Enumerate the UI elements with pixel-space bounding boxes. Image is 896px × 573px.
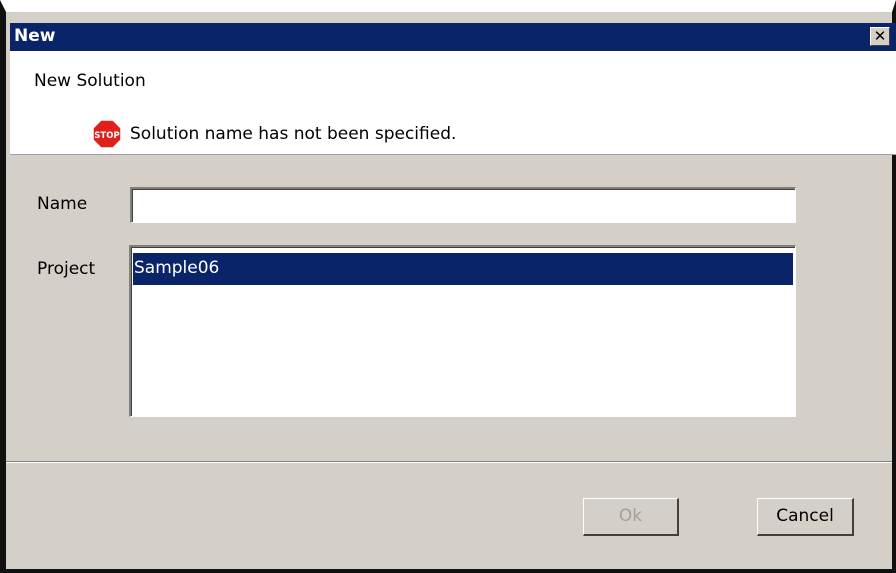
project-label: Project bbox=[37, 259, 96, 279]
stop-sign-label: STOP bbox=[94, 131, 119, 141]
button-separator bbox=[6, 461, 892, 463]
dialog-window: New ✕ New Solution STOP Solution name ha… bbox=[0, 0, 896, 573]
ok-button[interactable]: Ok bbox=[583, 498, 679, 536]
close-icon: ✕ bbox=[873, 27, 887, 45]
window-title: New bbox=[14, 26, 56, 46]
project-listbox[interactable]: Sample06 bbox=[129, 245, 796, 417]
name-label: Name bbox=[37, 194, 88, 214]
name-input[interactable] bbox=[130, 187, 796, 223]
cancel-button[interactable]: Cancel bbox=[757, 498, 854, 536]
project-list-item-selected[interactable]: Sample06 bbox=[133, 253, 793, 285]
title-bar[interactable]: New ✕ bbox=[10, 23, 896, 51]
error-message: Solution name has not been specified. bbox=[130, 124, 457, 144]
close-button[interactable]: ✕ bbox=[870, 27, 890, 46]
dialog-heading: New Solution bbox=[34, 71, 146, 91]
stop-sign-icon: STOP bbox=[92, 119, 122, 149]
header-panel: New Solution STOP Solution name has not … bbox=[10, 51, 896, 155]
error-message-row: STOP Solution name has not been specifie… bbox=[92, 119, 456, 149]
